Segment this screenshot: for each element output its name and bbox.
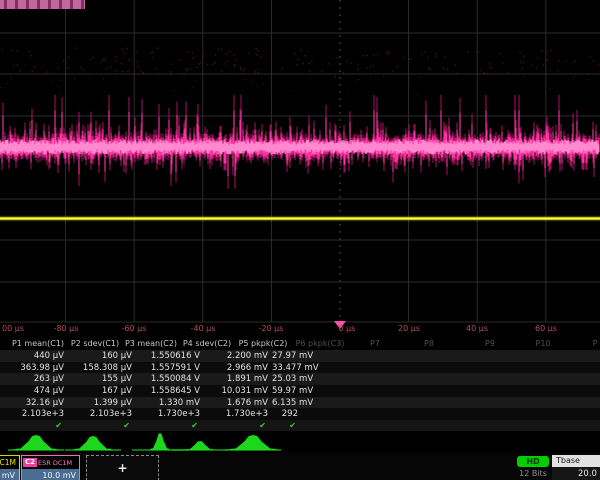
status-check-icon: ✔ <box>68 421 136 430</box>
time-axis-label: -40 µs <box>191 324 216 333</box>
param-header[interactable]: P3 mean(C2) <box>125 339 177 348</box>
add-trace-button[interactable]: + <box>86 455 159 480</box>
status-check-icon: ✔ <box>0 421 68 430</box>
measurement-value: 59.97 mV <box>272 386 302 396</box>
param-header[interactable]: P1 mean(C1) <box>12 339 64 348</box>
param-header[interactable]: P4 sdev(C2) <box>183 339 231 348</box>
waveform-display[interactable]: 00 µs -80 µs -60 µs -40 µs -20 µs 0 µs 20 µs 40… <box>0 0 600 336</box>
measurement-value: 33.477 mV <box>272 363 302 373</box>
time-axis-label: -80 µs <box>54 324 79 333</box>
status-check-icon: ✔ <box>136 421 204 430</box>
measurement-value: 263 µV <box>0 374 68 384</box>
param-header-unused[interactable]: P6 pkpk(C3) <box>296 339 345 348</box>
param-header-unused[interactable]: P <box>593 339 598 348</box>
param-header-unused[interactable]: P7 <box>370 339 380 348</box>
measurement-value: 1.557591 V <box>136 363 204 373</box>
c2-waveform[interactable] <box>0 95 599 189</box>
c1-waveform[interactable] <box>0 216 600 221</box>
measurement-value: 440 µV <box>0 351 68 361</box>
c1-scale-value: 0 mV <box>0 469 19 480</box>
measurement-value: 1.550616 V <box>136 351 204 361</box>
measurement-value: 292 <box>272 409 302 419</box>
c2-descriptor-box[interactable]: C2 ESR DC1M 10.0 mV <box>21 455 80 480</box>
measurement-value: 160 µV <box>68 351 136 361</box>
measurement-value: 167 µV <box>68 386 136 396</box>
histicon[interactable] <box>225 435 281 450</box>
measurement-value: 158.308 µV <box>68 363 136 373</box>
status-check-icon: ✔ <box>204 421 272 430</box>
measurement-value: 6.135 mV <box>272 398 302 408</box>
measurement-value: 1.730e+3 <box>204 409 272 419</box>
time-axis-labels: 00 µs -80 µs -60 µs -40 µs -20 µs 0 µs 20 µs 40… <box>2 324 557 333</box>
status-row: ✔✔✔✔✔ <box>0 420 600 431</box>
status-check-icon: ✔ <box>272 421 302 430</box>
oscilloscope-screen: 00 µs -80 µs -60 µs -40 µs -20 µs 0 µs 20 µs 40… <box>0 0 600 480</box>
measurement-value: 2.103e+3 <box>68 409 136 419</box>
param-header-unused[interactable]: P10 <box>535 339 550 348</box>
measurement-value: 25.03 mV <box>272 374 302 384</box>
measure-row: 440 µV160 µV1.550616 V2.200 mV27.97 mV <box>0 350 600 362</box>
c2-channel-badge: C2 <box>23 458 37 467</box>
measurement-value: 1.399 µV <box>68 398 136 408</box>
histicon[interactable] <box>172 441 228 450</box>
top-left-overlay <box>0 0 85 9</box>
measurement-value: 27.97 mV <box>272 351 302 361</box>
hd-mode-badge: HD <box>517 456 549 467</box>
time-axis-label: -20 µs <box>259 324 284 333</box>
measurement-value: 1.550084 V <box>136 374 204 384</box>
timebase-title: Tbase <box>552 455 600 467</box>
c2-scale-value: 10.0 mV <box>22 469 79 480</box>
time-axis-label: 0 µs <box>339 324 356 333</box>
time-axis-label: 60 µs <box>535 324 557 333</box>
time-axis-label: -60 µs <box>122 324 147 333</box>
c1-descriptor-box[interactable]: C1M 0 mV <box>0 455 20 480</box>
histicon-strip <box>0 432 600 453</box>
measurement-value: 10.031 mV <box>204 386 272 396</box>
measure-row: 363.98 µV158.308 µV1.557591 V2.966 mV33.… <box>0 362 600 374</box>
histicon[interactable] <box>132 433 188 450</box>
measurement-value: 1.891 mV <box>204 374 272 384</box>
param-header-unused[interactable]: P8 <box>424 339 434 348</box>
persistence-speckles <box>0 47 599 94</box>
hd-bits-label: 12 Bits <box>511 469 555 478</box>
histicon[interactable] <box>65 436 121 450</box>
param-header[interactable]: P5 pkpk(C2) <box>239 339 288 348</box>
measurement-value: 32.16 µV <box>0 398 68 408</box>
measure-row: 263 µV155 µV1.550084 V1.891 mV25.03 mV <box>0 373 600 385</box>
measure-rows: 440 µV160 µV1.550616 V2.200 mV27.97 mV36… <box>0 350 600 431</box>
time-axis-label: 00 µs <box>2 324 24 333</box>
c1-coupling-label: C1M <box>0 458 16 467</box>
measurement-value: 1.730e+3 <box>136 409 204 419</box>
measure-row: 474 µV167 µV1.558645 V10.031 mV59.97 mV <box>0 385 600 397</box>
param-header-unused[interactable]: P9 <box>485 339 495 348</box>
c1-descriptor-title: C1M <box>0 456 19 469</box>
timebase-box[interactable]: Tbase 20.0 µs <box>552 455 600 480</box>
measurement-value: 1.676 mV <box>204 398 272 408</box>
time-axis-label: 20 µs <box>398 324 420 333</box>
c2-coupling-label: ESR DC1M <box>38 459 72 467</box>
measurement-value: 474 µV <box>0 386 68 396</box>
timebase-value: 20.0 µs <box>552 467 600 480</box>
histicon[interactable] <box>8 435 64 450</box>
measurement-value: 2.200 mV <box>204 351 272 361</box>
measurement-value: 2.966 mV <box>204 363 272 373</box>
measurement-value: 1.330 mV <box>136 398 204 408</box>
measurement-value: 155 µV <box>68 374 136 384</box>
bottom-bar: C1M 0 mV C2 ESR DC1M 10.0 mV + HD 12 Bit… <box>0 453 600 480</box>
param-header[interactable]: P2 sdev(C1) <box>71 339 119 348</box>
measure-row: 2.103e+32.103e+31.730e+31.730e+3292 <box>0 408 600 420</box>
measure-row: 32.16 µV1.399 µV1.330 mV1.676 mV6.135 mV <box>0 397 600 409</box>
measurement-value: 2.103e+3 <box>0 409 68 419</box>
time-axis-label: 40 µs <box>466 324 488 333</box>
measurement-value: 363.98 µV <box>0 363 68 373</box>
c2-descriptor-title: C2 ESR DC1M <box>22 456 79 469</box>
measurement-value: 1.558645 V <box>136 386 204 396</box>
